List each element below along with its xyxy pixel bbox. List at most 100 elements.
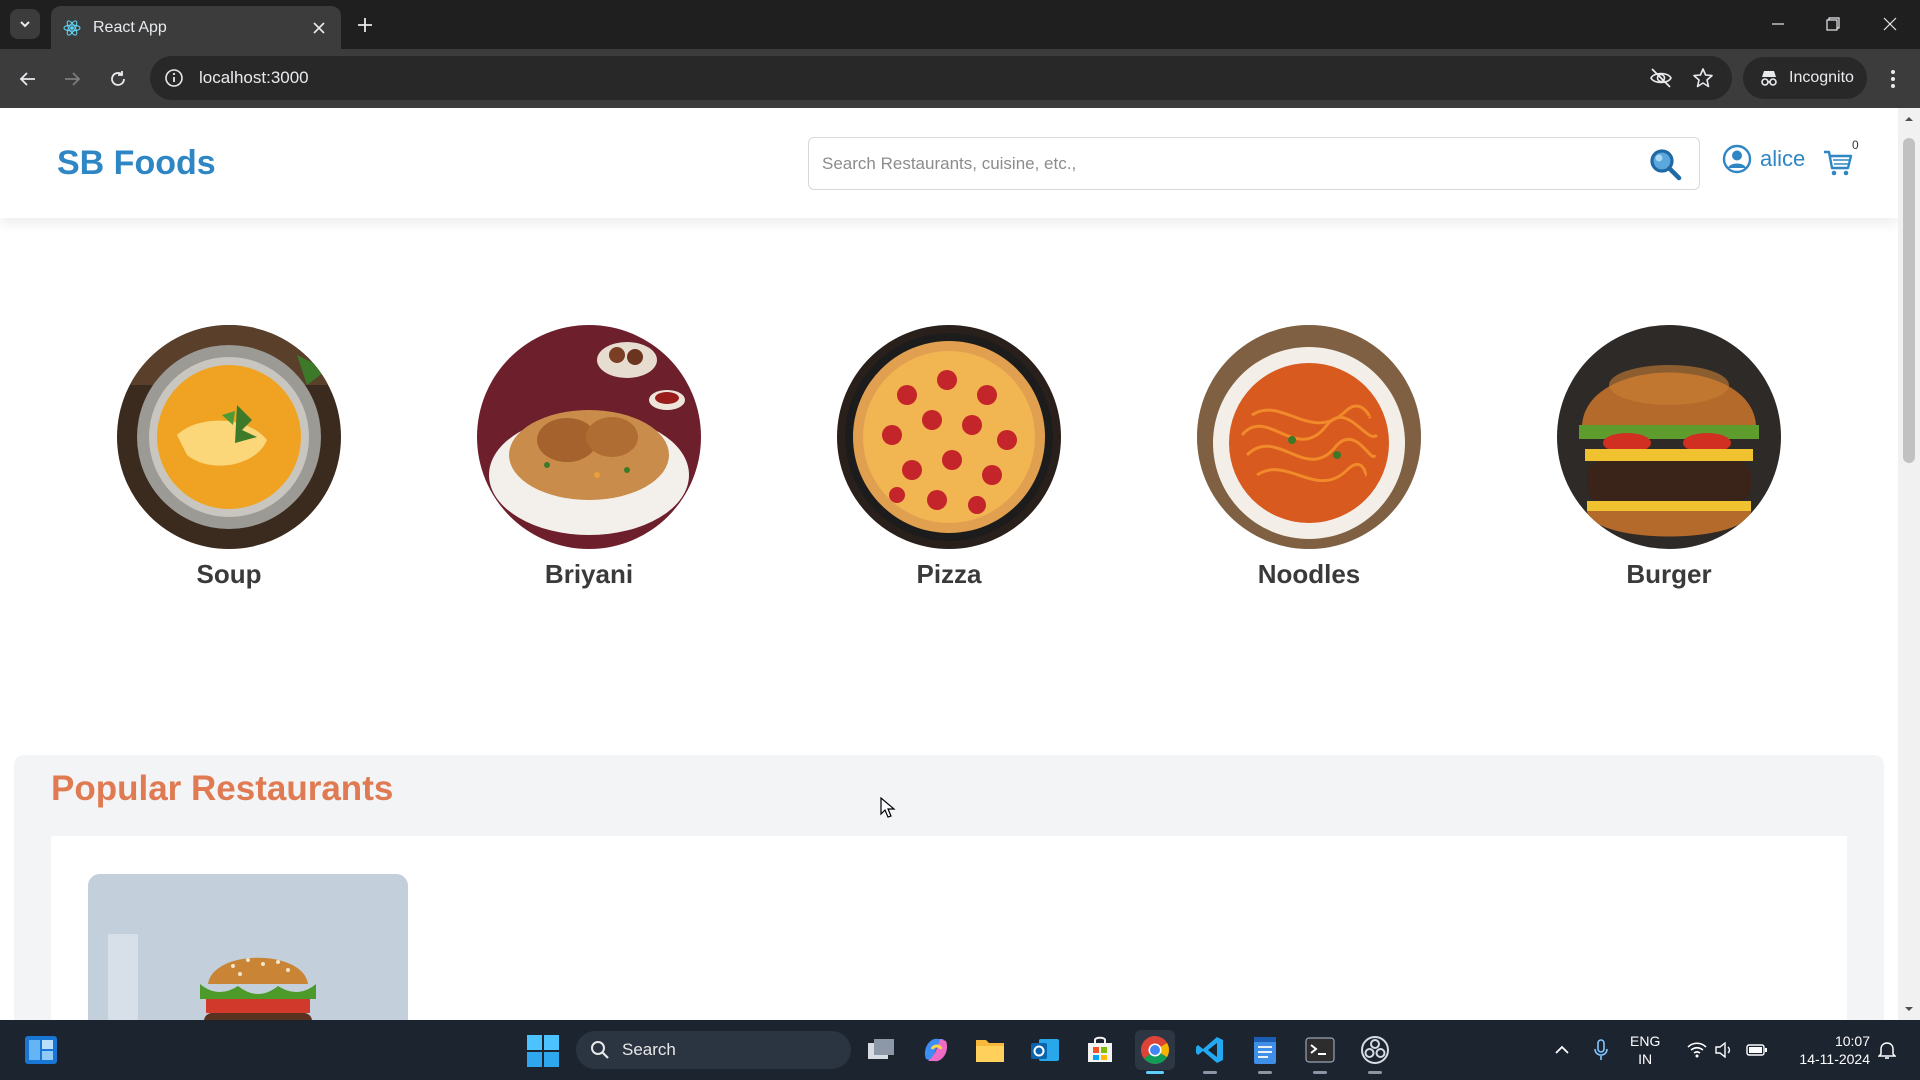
- vscode-icon: [1196, 1037, 1223, 1063]
- volume-icon: [1715, 1042, 1731, 1058]
- incognito-icon: [1761, 71, 1777, 86]
- obs-icon: [1361, 1036, 1389, 1064]
- user-name: alice: [1760, 146, 1806, 171]
- scroll-thumb[interactable]: [1903, 138, 1915, 463]
- restaurants-list: [51, 836, 1847, 1020]
- bookmark-star-icon[interactable]: [1690, 65, 1716, 91]
- outlook-button[interactable]: [1025, 1030, 1065, 1070]
- soup-image: [117, 325, 341, 549]
- minimize-button[interactable]: [1758, 8, 1798, 40]
- tab-title: React App: [93, 18, 167, 36]
- mouse-cursor: [880, 797, 896, 818]
- taskbar-search[interactable]: Search: [576, 1031, 851, 1069]
- user-profile-link[interactable]: alice: [1722, 144, 1805, 174]
- scroll-down-icon[interactable]: [1904, 1004, 1914, 1014]
- category-label: Briyani: [544, 559, 634, 589]
- category-noodles[interactable]: Noodles: [1197, 325, 1421, 590]
- language-indicator[interactable]: ENG IN: [1630, 1032, 1660, 1068]
- search-button[interactable]: [1645, 144, 1685, 184]
- reload-icon: [111, 71, 125, 86]
- incognito-badge[interactable]: Incognito: [1743, 57, 1867, 99]
- terminal-icon: [1305, 1037, 1335, 1063]
- microphone-button[interactable]: [1591, 1020, 1611, 1080]
- notepad-button[interactable]: [1245, 1030, 1285, 1074]
- plus-icon: [358, 18, 372, 32]
- restaurant-card-image: [88, 874, 408, 1020]
- vscode-button[interactable]: [1190, 1030, 1230, 1074]
- popular-restaurants-section: Popular Restaurants: [14, 755, 1884, 1020]
- wifi-button[interactable]: [1685, 1020, 1709, 1080]
- url-text[interactable]: localhost:3000: [199, 68, 1648, 88]
- terminal-button[interactable]: [1300, 1030, 1340, 1074]
- search-input[interactable]: [822, 153, 1645, 174]
- back-button[interactable]: [14, 65, 42, 93]
- copilot-button[interactable]: [916, 1030, 956, 1070]
- close-tab-icon[interactable]: [309, 18, 329, 38]
- copilot-icon: [924, 1038, 948, 1062]
- running-indicator: [1258, 1071, 1272, 1074]
- address-bar[interactable]: localhost:3000: [150, 56, 1732, 100]
- incognito-label: Incognito: [1789, 69, 1854, 86]
- volume-button[interactable]: [1714, 1020, 1736, 1080]
- tray-overflow-button[interactable]: [1552, 1020, 1572, 1080]
- battery-button[interactable]: [1745, 1020, 1769, 1080]
- running-indicator: [1313, 1071, 1327, 1074]
- tab-react-app[interactable]: React App: [51, 6, 341, 49]
- restore-button[interactable]: [1813, 8, 1853, 40]
- widgets-icon: [25, 1036, 57, 1064]
- category-label: Noodles: [1257, 559, 1361, 589]
- bell-icon: [1878, 1042, 1896, 1059]
- clock[interactable]: 10:07 14-11-2024: [1782, 1032, 1870, 1068]
- category-pizza[interactable]: Pizza: [837, 325, 1061, 590]
- user-circle-icon: [1722, 144, 1752, 174]
- task-view-button[interactable]: [861, 1030, 901, 1070]
- category-burger[interactable]: Burger: [1557, 325, 1781, 590]
- arrow-left-icon: [19, 72, 35, 86]
- category-label: Pizza: [916, 559, 982, 589]
- notifications-button[interactable]: [1876, 1020, 1898, 1080]
- category-briyani[interactable]: Briyani: [477, 325, 701, 590]
- chevron-up-icon: [1555, 1045, 1569, 1054]
- chrome-icon: [1141, 1036, 1169, 1064]
- new-tab-button[interactable]: [352, 12, 378, 38]
- obs-button[interactable]: [1355, 1030, 1395, 1074]
- restaurant-card[interactable]: [88, 874, 408, 1020]
- microphone-icon: [1594, 1039, 1608, 1060]
- eye-off-icon[interactable]: [1648, 65, 1674, 91]
- cart-button[interactable]: [1822, 147, 1856, 181]
- brand-logo[interactable]: SB Foods: [57, 144, 216, 183]
- category-soup[interactable]: Soup: [117, 325, 341, 590]
- running-indicator: [1203, 1071, 1217, 1074]
- arrow-right-icon: [65, 72, 81, 86]
- cart-count: 0: [1852, 138, 1859, 152]
- task-view-icon: [868, 1039, 894, 1059]
- close-window-button[interactable]: [1870, 8, 1910, 40]
- widgets-button[interactable]: [24, 1034, 58, 1066]
- region-code: IN: [1638, 1051, 1653, 1067]
- running-indicator: [1368, 1071, 1382, 1074]
- burger-image: [1557, 325, 1781, 549]
- forward-button[interactable]: [58, 65, 86, 93]
- briyani-image: [477, 325, 701, 549]
- outlook-icon: [1031, 1039, 1059, 1061]
- page-viewport: SB Foods alice 0: [0, 108, 1898, 1020]
- clock-date: 14-11-2024: [1799, 1051, 1870, 1067]
- chrome-button[interactable]: [1135, 1030, 1175, 1074]
- battery-icon: [1746, 1044, 1767, 1056]
- reload-button[interactable]: [104, 65, 132, 93]
- page-scrollbar[interactable]: [1898, 108, 1920, 1020]
- start-button[interactable]: [526, 1034, 560, 1068]
- browser-menu-button[interactable]: [1880, 65, 1906, 93]
- wifi-icon: [1687, 1042, 1707, 1058]
- site-info-icon[interactable]: [163, 67, 185, 89]
- browser-tabstrip: React App: [0, 0, 1920, 49]
- browser-toolbar: localhost:3000 Incognito: [0, 49, 1920, 108]
- scroll-up-icon[interactable]: [1904, 114, 1914, 124]
- taskbar: Search ENG IN 10:07 14-11-2024: [0, 1020, 1920, 1080]
- cart-icon: [1824, 150, 1853, 176]
- store-icon: [1088, 1036, 1112, 1062]
- tab-search-button[interactable]: [10, 9, 40, 39]
- active-indicator: [1146, 1071, 1164, 1074]
- file-explorer-button[interactable]: [970, 1030, 1010, 1070]
- store-button[interactable]: [1080, 1030, 1120, 1070]
